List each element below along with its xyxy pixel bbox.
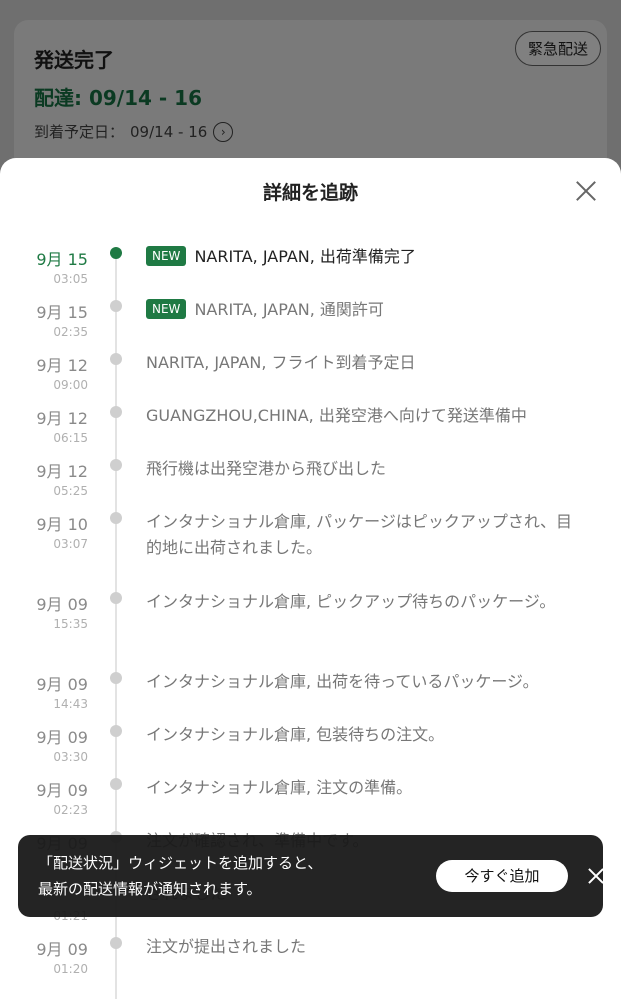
event-text: インタナショナル倉庫, 包装待ちの注文。 [146, 725, 445, 744]
event-text: NARITA, JAPAN, フライト到着予定日 [146, 353, 416, 372]
event-description: NEW NARITA, JAPAN, 出荷準備完了 [146, 244, 586, 270]
chevron-right-circle-icon[interactable]: › [213, 121, 234, 142]
event-description: インタナショナル倉庫, 出荷を待っているパッケージ。 [146, 669, 586, 695]
event-date: 9月 12 [36, 462, 88, 481]
event-date: 9月 15 [36, 303, 88, 322]
event-text: インタナショナル倉庫, 注文の準備。 [146, 778, 413, 797]
event-description: インタナショナル倉庫, パッケージはピックアップされ、目的地に出荷されました。 [146, 509, 586, 561]
event-time: 02:35 [53, 325, 88, 339]
event-date: 9月 12 [36, 409, 88, 428]
timeline-dot [110, 937, 122, 949]
event-time: 01:20 [53, 962, 88, 976]
toast-message: 「配送状況」ウィジェットを追加すると、 最新の配送情報が通知されます。 [38, 850, 408, 902]
timeline-dot [110, 300, 122, 312]
event-date: 9月 12 [36, 356, 88, 375]
event-date: 9月 09 [36, 728, 88, 747]
toast-line-1: 「配送状況」ウィジェットを追加すると、 [38, 854, 323, 872]
timeline-dot [110, 459, 122, 471]
timeline-dot [110, 672, 122, 684]
event-description: GUANGZHOU,CHINA, 出発空港へ向けて発送準備中 [146, 403, 586, 429]
event-text: 飛行機は出発空港から飛び出した [146, 459, 387, 478]
event-text: NARITA, JAPAN, 出荷準備完了 [194, 247, 416, 266]
timeline-dot [110, 247, 122, 259]
event-text: 注文が提出されました [146, 937, 307, 956]
event-date: 9月 15 [36, 250, 88, 269]
event-time: 06:15 [53, 431, 88, 445]
event-time: 05:25 [53, 484, 88, 498]
event-description: 飛行機は出発空港から飛び出した [146, 456, 586, 482]
urgent-delivery-button[interactable]: 緊急配送 [514, 31, 601, 66]
event-date: 9月 09 [36, 595, 88, 614]
add-now-button[interactable]: 今すぐ追加 [436, 860, 568, 892]
event-description: インタナショナル倉庫, 包装待ちの注文。 [146, 722, 586, 748]
event-description: インタナショナル倉庫, ピックアップ待ちのパッケージ。 [146, 589, 586, 615]
event-description: NEW NARITA, JAPAN, 通関許可 [146, 297, 586, 323]
timeline-dot [110, 725, 122, 737]
event-text: インタナショナル倉庫, 出荷を待っているパッケージ。 [146, 672, 539, 691]
event-text: NARITA, JAPAN, 通関許可 [194, 300, 384, 319]
timeline-dot [110, 406, 122, 418]
shipment-status-title: 発送完了 [34, 48, 114, 72]
event-date: 9月 09 [36, 940, 88, 959]
new-badge: NEW [146, 246, 187, 266]
toast-close-icon[interactable] [587, 867, 605, 885]
timeline-dot [110, 592, 122, 604]
eta-row[interactable]: 到着予定日： 09/14 - 16 › [34, 121, 234, 142]
event-time: 15:35 [53, 617, 88, 631]
event-time: 09:00 [53, 378, 88, 392]
timeline-dot [110, 353, 122, 365]
toast-line-2: 最新の配送情報が通知されます。 [38, 880, 262, 898]
close-icon[interactable] [575, 180, 597, 202]
event-time: 03:30 [53, 750, 88, 764]
event-date: 9月 10 [36, 515, 88, 534]
event-text: インタナショナル倉庫, ピックアップ待ちのパッケージ。 [146, 592, 556, 611]
event-description: インタナショナル倉庫, 注文の準備。 [146, 775, 586, 801]
event-time: 03:05 [53, 272, 88, 286]
widget-toast: 「配送状況」ウィジェットを追加すると、 最新の配送情報が通知されます。 今すぐ追… [18, 835, 603, 917]
event-description: 注文が提出されました [146, 934, 586, 960]
event-time: 14:43 [53, 697, 88, 711]
timeline-dot [110, 512, 122, 524]
event-text: インタナショナル倉庫, パッケージはピックアップされ、目的地に出荷されました。 [146, 512, 573, 557]
event-date: 9月 09 [36, 781, 88, 800]
event-time: 02:23 [53, 803, 88, 817]
eta-value: 09/14 - 16 [130, 122, 208, 141]
event-text: GUANGZHOU,CHINA, 出発空港へ向けて発送準備中 [146, 406, 527, 425]
eta-label: 到着予定日： [34, 123, 125, 141]
event-description: NARITA, JAPAN, フライト到着予定日 [146, 350, 586, 376]
new-badge: NEW [146, 299, 187, 319]
sheet-title: 詳細を追跡 [262, 182, 358, 204]
event-date: 9月 09 [36, 675, 88, 694]
delivery-window: 配達: 09/14 - 16 [34, 86, 202, 110]
event-time: 03:07 [53, 537, 88, 551]
timeline-dot [110, 778, 122, 790]
